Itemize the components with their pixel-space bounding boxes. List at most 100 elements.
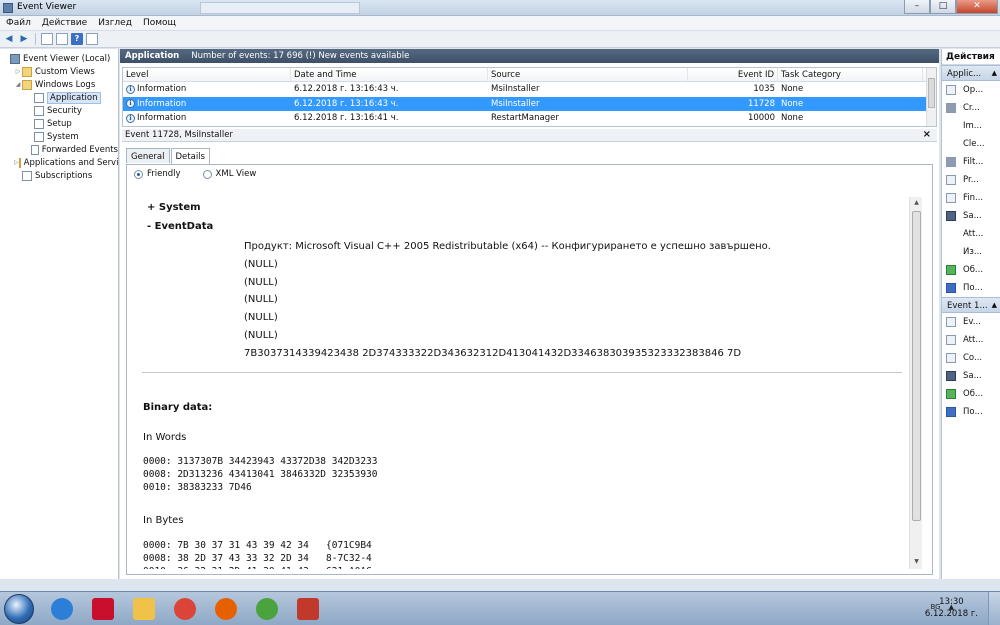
radio-friendly[interactable]: Friendly xyxy=(134,169,181,179)
section-divider xyxy=(142,372,902,373)
events-grid: Level Date and Time Source Event ID Task… xyxy=(122,67,937,127)
details-scroll-thumb[interactable] xyxy=(912,211,921,521)
maximize-button[interactable]: □ xyxy=(930,0,956,14)
tree-item[interactable]: ◢ Windows Logs xyxy=(0,78,118,91)
grid-scroll-thumb[interactable] xyxy=(928,78,935,108)
system-section-toggle[interactable]: + System xyxy=(147,202,201,213)
tree-expander-icon[interactable]: ◢ xyxy=(14,81,22,88)
scroll-down-icon[interactable]: ▼ xyxy=(912,558,921,567)
clock-time: 13:30 xyxy=(939,597,964,607)
column-event-id[interactable]: Event ID xyxy=(688,68,778,81)
tree-item[interactable]: Event Viewer (Local) xyxy=(0,52,118,65)
tree-item[interactable]: Subscriptions xyxy=(0,169,118,182)
column-date[interactable]: Date and Time xyxy=(291,68,488,81)
radio-xml-dot[interactable] xyxy=(202,169,212,179)
forward-arrow-icon[interactable]: ▶ xyxy=(18,33,30,45)
radio-friendly-dot[interactable] xyxy=(134,169,143,179)
action-item[interactable]: Об... xyxy=(942,261,1000,279)
action-item-label: Op... xyxy=(963,85,984,95)
action-item[interactable]: Об... xyxy=(942,385,1000,403)
log-icon xyxy=(34,131,44,142)
taskbar-uk-flag-button[interactable] xyxy=(83,595,123,623)
taskbar-explorer-button[interactable] xyxy=(124,595,164,623)
show-hide-tree-icon[interactable] xyxy=(56,33,68,45)
menu-file[interactable]: Файл xyxy=(0,16,36,30)
tab-general[interactable]: General xyxy=(126,148,170,163)
action-item[interactable]: Cle... xyxy=(942,135,1000,153)
taskbar-toolbox-button[interactable] xyxy=(288,595,328,623)
taskbar-utorrent-button[interactable] xyxy=(247,595,287,623)
tree-item[interactable]: Application xyxy=(0,91,118,104)
radio-xml-view[interactable]: XML View xyxy=(202,169,256,179)
action-item-label: Im... xyxy=(963,121,982,131)
table-row[interactable]: i Information 6.12.2018 г. 13:16:43 ч. MsiI… xyxy=(123,96,936,111)
action-item-label: По... xyxy=(963,283,983,293)
table-row[interactable]: i Information 6.12.2018 г. 13:16:41 ч. Rest… xyxy=(123,111,936,126)
action-item[interactable]: По... xyxy=(942,279,1000,297)
action-item[interactable]: Co... xyxy=(942,349,1000,367)
eventdata-line: (NULL) xyxy=(244,330,278,341)
help-icon xyxy=(946,407,956,417)
in-bytes-line: 0000: 7B 30 37 31 43 39 42 34 {071C9B4 xyxy=(143,540,372,551)
action-item[interactable]: Из... xyxy=(942,243,1000,261)
back-arrow-icon[interactable]: ◀ xyxy=(3,33,15,45)
action-item[interactable]: Ev... xyxy=(942,313,1000,331)
collapse-caret-icon[interactable]: ▲ xyxy=(992,301,997,309)
close-button[interactable]: ✕ xyxy=(956,0,998,14)
menu-help[interactable]: Помощ xyxy=(137,16,181,30)
action-item[interactable]: Filt... xyxy=(942,153,1000,171)
scroll-up-icon[interactable]: ▲ xyxy=(912,199,921,208)
taskbar-chrome-button[interactable] xyxy=(165,595,205,623)
information-icon: i xyxy=(126,113,135,123)
in-words-line: 0008: 2D313236 43413041 3846332D 3235393… xyxy=(143,469,378,480)
tree-expander-icon[interactable]: ▷ xyxy=(14,68,22,75)
menu-view[interactable]: Изглед xyxy=(92,16,137,30)
action-item[interactable]: Im... xyxy=(942,117,1000,135)
tree-item[interactable]: Security xyxy=(0,104,118,117)
eventdata-line: (NULL) xyxy=(244,258,278,270)
tree-item[interactable]: Forwarded Events xyxy=(0,143,118,156)
show-desktop-button[interactable] xyxy=(988,592,1000,625)
show-hide-action-pane-icon[interactable] xyxy=(86,33,98,45)
eventdata-section-toggle[interactable]: - EventData xyxy=(147,221,213,232)
column-source[interactable]: Source xyxy=(488,68,688,81)
tree-item-label: Event Viewer (Local) xyxy=(23,53,111,64)
minimize-button[interactable]: – xyxy=(904,0,930,14)
up-folder-icon[interactable] xyxy=(41,33,53,45)
action-item[interactable]: Sa... xyxy=(942,207,1000,225)
actions-group-application[interactable]: Applic... ▲ xyxy=(942,65,1000,81)
action-item[interactable]: Cr... xyxy=(942,99,1000,117)
action-item[interactable]: Att... xyxy=(942,225,1000,243)
collapse-caret-icon[interactable]: ▲ xyxy=(992,69,997,77)
column-task-category[interactable]: Task Category xyxy=(778,68,923,81)
green-icon xyxy=(946,389,956,399)
tree-item[interactable]: ▷ Custom Views xyxy=(0,65,118,78)
tab-details[interactable]: Details xyxy=(170,148,210,164)
detail-close-icon[interactable]: × xyxy=(923,129,931,140)
actions-group-event[interactable]: Event 1... ▲ xyxy=(942,297,1000,313)
tree-item[interactable]: Setup xyxy=(0,117,118,130)
tree-item[interactable]: System xyxy=(0,130,118,143)
clock[interactable]: 13:30 6.12.2018 г. xyxy=(925,596,978,620)
details-scrollbar[interactable]: ▲ ▼ xyxy=(909,197,922,569)
action-item[interactable]: Pr... xyxy=(942,171,1000,189)
start-button[interactable] xyxy=(4,594,34,624)
log-header: Application Number of events: 17 696 (!)… xyxy=(120,49,939,63)
help-icon[interactable]: ? xyxy=(71,33,83,45)
cell-level-text: Information xyxy=(137,84,187,95)
grid-scrollbar[interactable] xyxy=(926,68,936,126)
taskbar-ie-button[interactable] xyxy=(42,595,82,623)
column-level[interactable]: Level xyxy=(123,68,291,81)
menu-action[interactable]: Действие xyxy=(36,16,92,30)
table-row[interactable]: i Information 6.12.2018 г. 13:16:43 ч. MsiI… xyxy=(123,82,936,97)
taskbar-firefox-button[interactable] xyxy=(206,595,246,623)
cell-task-category: None xyxy=(781,98,804,109)
cell-event-id: 1035 xyxy=(753,84,775,95)
action-item[interactable]: Sa... xyxy=(942,367,1000,385)
tree-item[interactable]: ▷ Applications and Servi xyxy=(0,156,118,169)
action-item[interactable]: По... xyxy=(942,403,1000,421)
action-item[interactable]: Op... xyxy=(942,81,1000,99)
action-item[interactable]: Fin... xyxy=(942,189,1000,207)
action-item[interactable]: Att... xyxy=(942,331,1000,349)
in-bytes-title: In Bytes xyxy=(143,515,184,526)
